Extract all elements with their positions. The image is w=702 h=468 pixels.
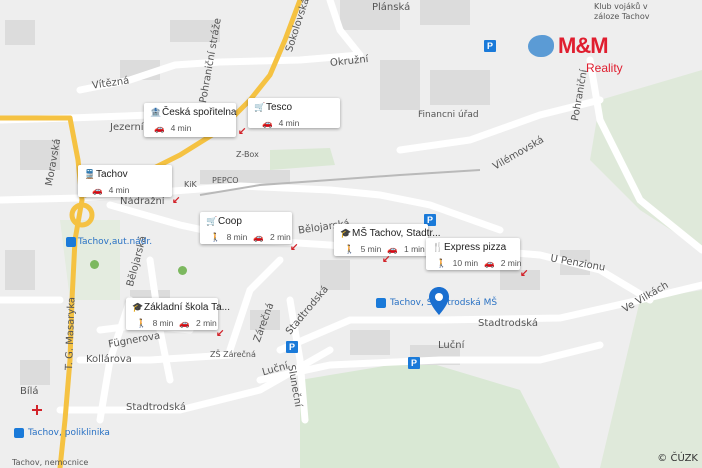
bus-stop-icon[interactable] (66, 237, 76, 247)
parking-icon[interactable]: P (484, 40, 496, 52)
poi-card-drive: 4 min (170, 123, 192, 133)
poi-card-drive: 2 min (195, 318, 217, 328)
street-label-stadtrodska-2: Stadtrodská (478, 318, 538, 329)
card-pointer: ↙ (216, 328, 225, 339)
water-blob-icon (528, 35, 554, 57)
hospital-icon (32, 405, 42, 415)
poi-card-coop[interactable]: 🛒Coop 🚶 8 min 🚗 2 min (200, 212, 292, 244)
poi-card-title: Česká spořitelna (162, 107, 237, 118)
school-icon: 🎓 (132, 302, 144, 312)
poi-card-walk: 5 min (360, 244, 382, 254)
tree-icon (178, 266, 187, 275)
cart-icon: 🛒 (206, 216, 218, 226)
car-icon: 🚗 (253, 232, 264, 242)
car-icon: 🚗 (179, 318, 190, 328)
card-pointer: ↙ (290, 242, 299, 253)
poi-card-tesco[interactable]: 🛒Tesco 🚗 4 min (248, 98, 340, 128)
poi-label-financni-urad: Financni úřad (418, 110, 479, 120)
bus-stop-label: Tachov,aut.nádr. (78, 237, 153, 247)
poi-card-title: Tesco (266, 102, 293, 113)
poi-card-drive: 4 min (108, 185, 130, 195)
poi-card-zakladni-skola[interactable]: 🎓Základní škola Ta... 🚶 8 min 🚗 2 min (126, 298, 230, 330)
walk-icon: 🚶 (344, 244, 355, 254)
map-canvas[interactable]: Plánská Vítězná Jezerní Moravská Okružní… (0, 0, 702, 468)
poi-card-drive: 1 min (403, 244, 425, 254)
street-label-bila: Bílá (20, 386, 39, 397)
bus-stop-icon[interactable] (376, 298, 386, 308)
card-pointer: ↙ (520, 268, 529, 279)
street-label-jezerni: Jezerní (110, 122, 144, 133)
bank-icon: 🏦 (150, 107, 162, 117)
street-label-kollarova: Kollárova (86, 354, 132, 365)
restaurant-icon: 🍴 (432, 242, 444, 252)
poi-card-ceska-sporitelna[interactable]: 🏦Česká spořitelna 🚗 4 min (144, 103, 236, 137)
poi-card-walk: 10 min (452, 258, 479, 268)
poi-card-drive: 4 min (278, 118, 300, 128)
cart-icon: 🛒 (254, 102, 266, 112)
card-pointer: ↙ (172, 195, 181, 206)
location-pin-icon[interactable] (428, 286, 450, 316)
car-icon: 🚗 (484, 258, 495, 268)
poi-card-title: Tachov (96, 169, 128, 180)
poi-card-drive: 2 min (269, 232, 291, 242)
walk-icon: 🚶 (210, 232, 221, 242)
poi-label-pepco: PEPCO (212, 176, 239, 185)
brand-logo: M&M Reality (528, 33, 638, 81)
walk-icon: 🚶 (436, 258, 447, 268)
bus-stop-icon[interactable] (14, 428, 24, 438)
parking-icon[interactable]: P (408, 357, 420, 369)
car-icon: 🚗 (262, 118, 273, 128)
street-label-stadtrodska-3: Stadtrodská (126, 402, 186, 413)
poi-label-zs-zarecna: ZŠ Zárečná (210, 350, 256, 359)
poi-card-drive: 2 min (500, 258, 522, 268)
card-pointer: ↙ (382, 254, 391, 265)
parking-icon[interactable]: P (286, 341, 298, 353)
card-pointer: ↙ (238, 126, 247, 137)
car-icon: 🚗 (92, 185, 103, 195)
logo-subtext: Reality (586, 61, 623, 75)
tree-icon (90, 260, 99, 269)
poi-card-walk: 8 min (152, 318, 174, 328)
street-label-plana: Plánská (372, 2, 411, 13)
poi-card-tachov-station[interactable]: 🚆Tachov 🚗 4 min (78, 165, 172, 197)
car-icon: 🚗 (154, 123, 165, 133)
street-label-nadrazni: Nádražní (120, 196, 165, 207)
poi-card-title: Express pizza (444, 242, 507, 253)
poi-label-nemocnice: Tachov, nemocnice (12, 458, 89, 467)
logo-text: M&M (558, 33, 609, 58)
train-icon: 🚆 (84, 169, 96, 179)
bus-stop-label: Tachov, poliklinika (28, 428, 110, 438)
poi-card-title: Základní škola Ta... (144, 302, 230, 313)
school-icon: 🎓 (340, 228, 352, 238)
car-icon: 🚗 (387, 244, 398, 254)
walk-icon: 🚶 (136, 318, 147, 328)
poi-card-express-pizza[interactable]: 🍴Express pizza 🚶 10 min 🚗 2 min (426, 238, 522, 270)
poi-label-klub: Klub vojáků v záloze Tachov (594, 2, 650, 21)
poi-card-walk: 8 min (226, 232, 248, 242)
poi-card-title: Coop (218, 216, 242, 227)
poi-label-kik: KiK (184, 180, 197, 189)
poi-label-zbox: Z-Box (236, 150, 259, 159)
street-label-lucni: Luční (438, 340, 465, 351)
copyright: © ČÚZK (657, 453, 698, 464)
poi-card-ms-tachov[interactable]: 🎓MŠ Tachov, Stadtr... 🚶 5 min 🚗 1 min (334, 224, 441, 256)
